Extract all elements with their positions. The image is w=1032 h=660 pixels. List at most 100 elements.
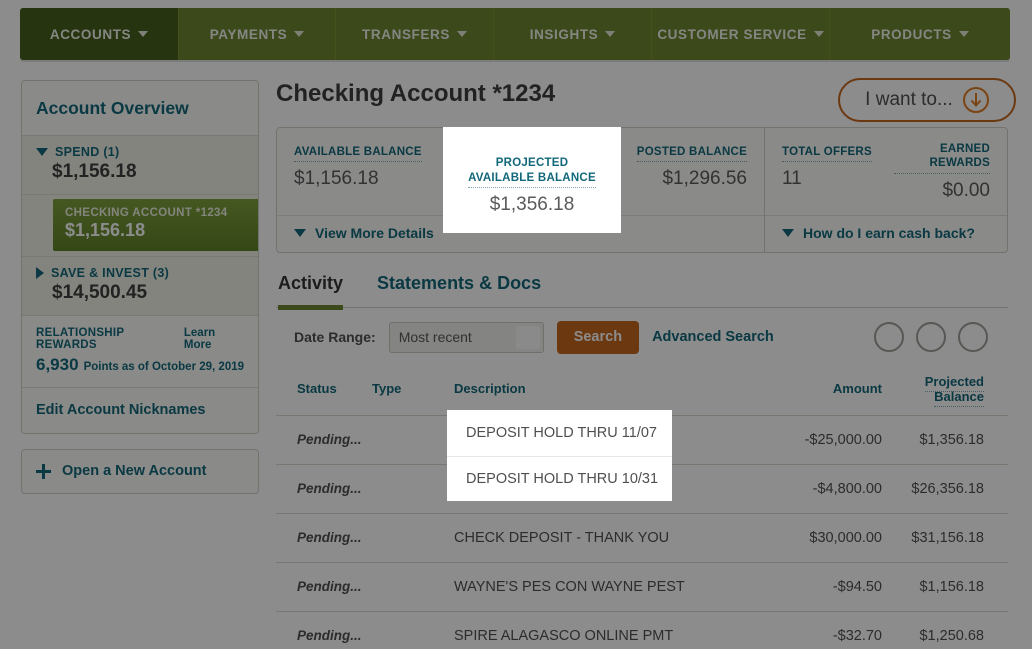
nav-item-products[interactable]: PRODUCTS: [830, 8, 1010, 60]
sidebar-group-spend[interactable]: SPEND (1) $1,156.18: [22, 136, 258, 195]
main-content: Checking Account *1234 AVAILABLE BALANCE…: [276, 80, 1008, 660]
nav-item-insights[interactable]: INSIGHTS: [494, 8, 652, 60]
open-new-account-button[interactable]: Open a New Account: [21, 449, 259, 494]
view-more-details-row[interactable]: View More Details: [277, 216, 764, 252]
cell-type: [372, 611, 430, 660]
cell-description: WAYNE'S PES CON WAYNE PEST: [430, 562, 774, 611]
projected-label-line2: AVAILABLE BALANCE: [457, 157, 585, 169]
account-overview-title: Account Overview: [22, 81, 258, 136]
available-balance-cell: AVAILABLE BALANCE $1,156.18: [294, 142, 445, 202]
cell-projected-balance: $1,156.18: [892, 562, 1008, 611]
nav-item-customer-service[interactable]: CUSTOMER SERVICE: [652, 8, 830, 60]
table-row[interactable]: Pending... WAYNE'S PES CON WAYNE PEST -$…: [276, 562, 1008, 611]
edit-account-nicknames-link[interactable]: Edit Account Nicknames: [36, 402, 205, 418]
nav-item-label: PRODUCTS: [871, 27, 952, 42]
main-navigation: ACCOUNTS PAYMENTS TRANSFERS INSIGHTS CUS…: [20, 8, 1010, 60]
projected-balance-label[interactable]: PROJECTED AVAILABLE BALANCE: [457, 142, 585, 174]
earned-rewards-value: $0.00: [894, 180, 990, 202]
earned-rewards-label[interactable]: EARNED REWARDS: [894, 142, 990, 174]
nav-item-accounts[interactable]: ACCOUNTS: [20, 8, 179, 60]
cell-projected-balance: $1,250.68: [892, 611, 1008, 660]
column-header-description[interactable]: Description: [430, 368, 774, 416]
column-header-type[interactable]: Type: [372, 368, 430, 416]
sidebar-group-save-invest-label: SAVE & INVEST (3): [51, 266, 169, 280]
date-range-select[interactable]: Most recent: [389, 322, 544, 353]
cell-type: [372, 513, 430, 562]
offers-cells: TOTAL OFFERS 11 EARNED REWARDS $0.00: [765, 128, 1007, 216]
triangle-right-icon[interactable]: [36, 267, 44, 279]
sidebar-group-save-invest[interactable]: SAVE & INVEST (3) $14,500.45: [22, 257, 258, 316]
balance-summary-bar: AVAILABLE BALANCE $1,156.18 PROJECTED AV…: [276, 127, 1008, 253]
cell-amount: -$25,000.00: [774, 415, 892, 464]
how-earn-cash-back-row[interactable]: How do I earn cash back?: [765, 216, 1007, 252]
search-button[interactable]: Search: [557, 321, 639, 354]
cell-type: [372, 415, 430, 464]
rewards-learn-more-link[interactable]: Learn More: [184, 327, 244, 351]
cell-type: [372, 562, 430, 611]
cell-amount: $30,000.00: [774, 513, 892, 562]
tab-activity[interactable]: Activity: [278, 273, 343, 307]
cell-description: DEPOSIT HOLD THRU 11/07: [430, 415, 774, 464]
rewards-points-value: 6,930: [36, 355, 79, 375]
projected-label-line1: PROJECTED: [484, 143, 557, 155]
sidebar-item-checking-account[interactable]: CHECKING ACCOUNT *1234 $1,156.18: [53, 199, 258, 251]
status-badge: Pending...: [297, 579, 362, 594]
column-header-projected-balance[interactable]: Projected Balance: [892, 368, 1008, 416]
transactions-table-body: Pending... DEPOSIT HOLD THRU 11/07 -$25,…: [276, 415, 1008, 660]
nav-item-label: CUSTOMER SERVICE: [657, 27, 806, 42]
date-range-value: Most recent: [390, 329, 472, 345]
date-range-label: Date Range:: [294, 329, 376, 345]
total-offers-label[interactable]: TOTAL OFFERS: [782, 145, 872, 162]
circle-button-1-icon[interactable]: [874, 322, 904, 352]
posted-balance-label[interactable]: POSTED BALANCE: [637, 145, 747, 162]
triangle-down-icon: [294, 229, 306, 237]
circle-button-2-icon[interactable]: [916, 322, 946, 352]
sidebar-account-name: CHECKING ACCOUNT *1234: [65, 207, 246, 219]
available-balance-value: $1,156.18: [294, 168, 445, 190]
chevron-down-icon[interactable]: [516, 326, 540, 349]
transactions-table-head: Status Type Description Amount Projected…: [276, 368, 1008, 416]
sidebar-account-row: CHECKING ACCOUNT *1234 $1,156.18: [22, 195, 258, 257]
table-row[interactable]: Pending... CHECK DEPOSIT - THANK YOU $30…: [276, 513, 1008, 562]
nav-item-transfers[interactable]: TRANSFERS: [336, 8, 494, 60]
cell-description: CHECK DEPOSIT - THANK YOU: [430, 513, 774, 562]
chevron-down-icon: [457, 31, 467, 37]
view-more-details-label: View More Details: [315, 225, 434, 241]
how-earn-cash-back-label: How do I earn cash back?: [803, 225, 975, 241]
column-header-amount[interactable]: Amount: [774, 368, 892, 416]
account-overview-panel: Account Overview SPEND (1) $1,156.18 CHE…: [21, 80, 259, 434]
sidebar-group-spend-label: SPEND (1): [55, 145, 120, 159]
total-offers-cell: TOTAL OFFERS 11: [782, 142, 894, 202]
circle-button-3-icon[interactable]: [958, 322, 988, 352]
triangle-down-icon[interactable]: [36, 148, 48, 156]
column-header-status[interactable]: Status: [276, 368, 372, 416]
table-row[interactable]: Pending... DEPOSIT HOLD THRU 11/07 -$25,…: [276, 415, 1008, 464]
i-want-to-button[interactable]: I want to...: [838, 78, 1016, 122]
status-badge: Pending...: [297, 628, 362, 643]
tab-statements-docs[interactable]: Statements & Docs: [377, 273, 541, 307]
cell-status: Pending...: [276, 562, 372, 611]
chevron-down-icon: [814, 31, 824, 37]
edit-nicknames-row[interactable]: Edit Account Nicknames: [22, 388, 258, 433]
cell-projected-balance: $31,156.18: [892, 513, 1008, 562]
advanced-search-link[interactable]: Advanced Search: [652, 329, 774, 345]
rewards-points-line: 6,930 Points as of October 29, 2019: [36, 355, 244, 375]
table-row[interactable]: Pending... DEPOSIT HOLD THRU 10/31 -$4,8…: [276, 464, 1008, 513]
sidebar-group-save-invest-head: SAVE & INVEST (3): [36, 266, 244, 280]
chevron-down-icon: [959, 31, 969, 37]
triangle-down-icon: [782, 229, 794, 237]
nav-item-payments[interactable]: PAYMENTS: [179, 8, 336, 60]
column-header-projected-balance-text: Projected Balance: [925, 374, 984, 407]
nav-item-label: ACCOUNTS: [50, 27, 131, 42]
table-row[interactable]: Pending... SPIRE ALAGASCO ONLINE PMT -$3…: [276, 611, 1008, 660]
plus-icon: [36, 464, 51, 479]
earned-rewards-cell: EARNED REWARDS $0.00: [894, 142, 990, 202]
cell-amount: -$32.70: [774, 611, 892, 660]
cell-amount: -$94.50: [774, 562, 892, 611]
cell-projected-balance: $1,356.18: [892, 415, 1008, 464]
posted-balance-value: $1,296.56: [596, 168, 747, 190]
status-badge: Pending...: [297, 432, 362, 447]
content-tabs: Activity Statements & Docs: [276, 273, 1008, 308]
cell-projected-balance: $26,356.18: [892, 464, 1008, 513]
available-balance-label[interactable]: AVAILABLE BALANCE: [294, 145, 422, 162]
